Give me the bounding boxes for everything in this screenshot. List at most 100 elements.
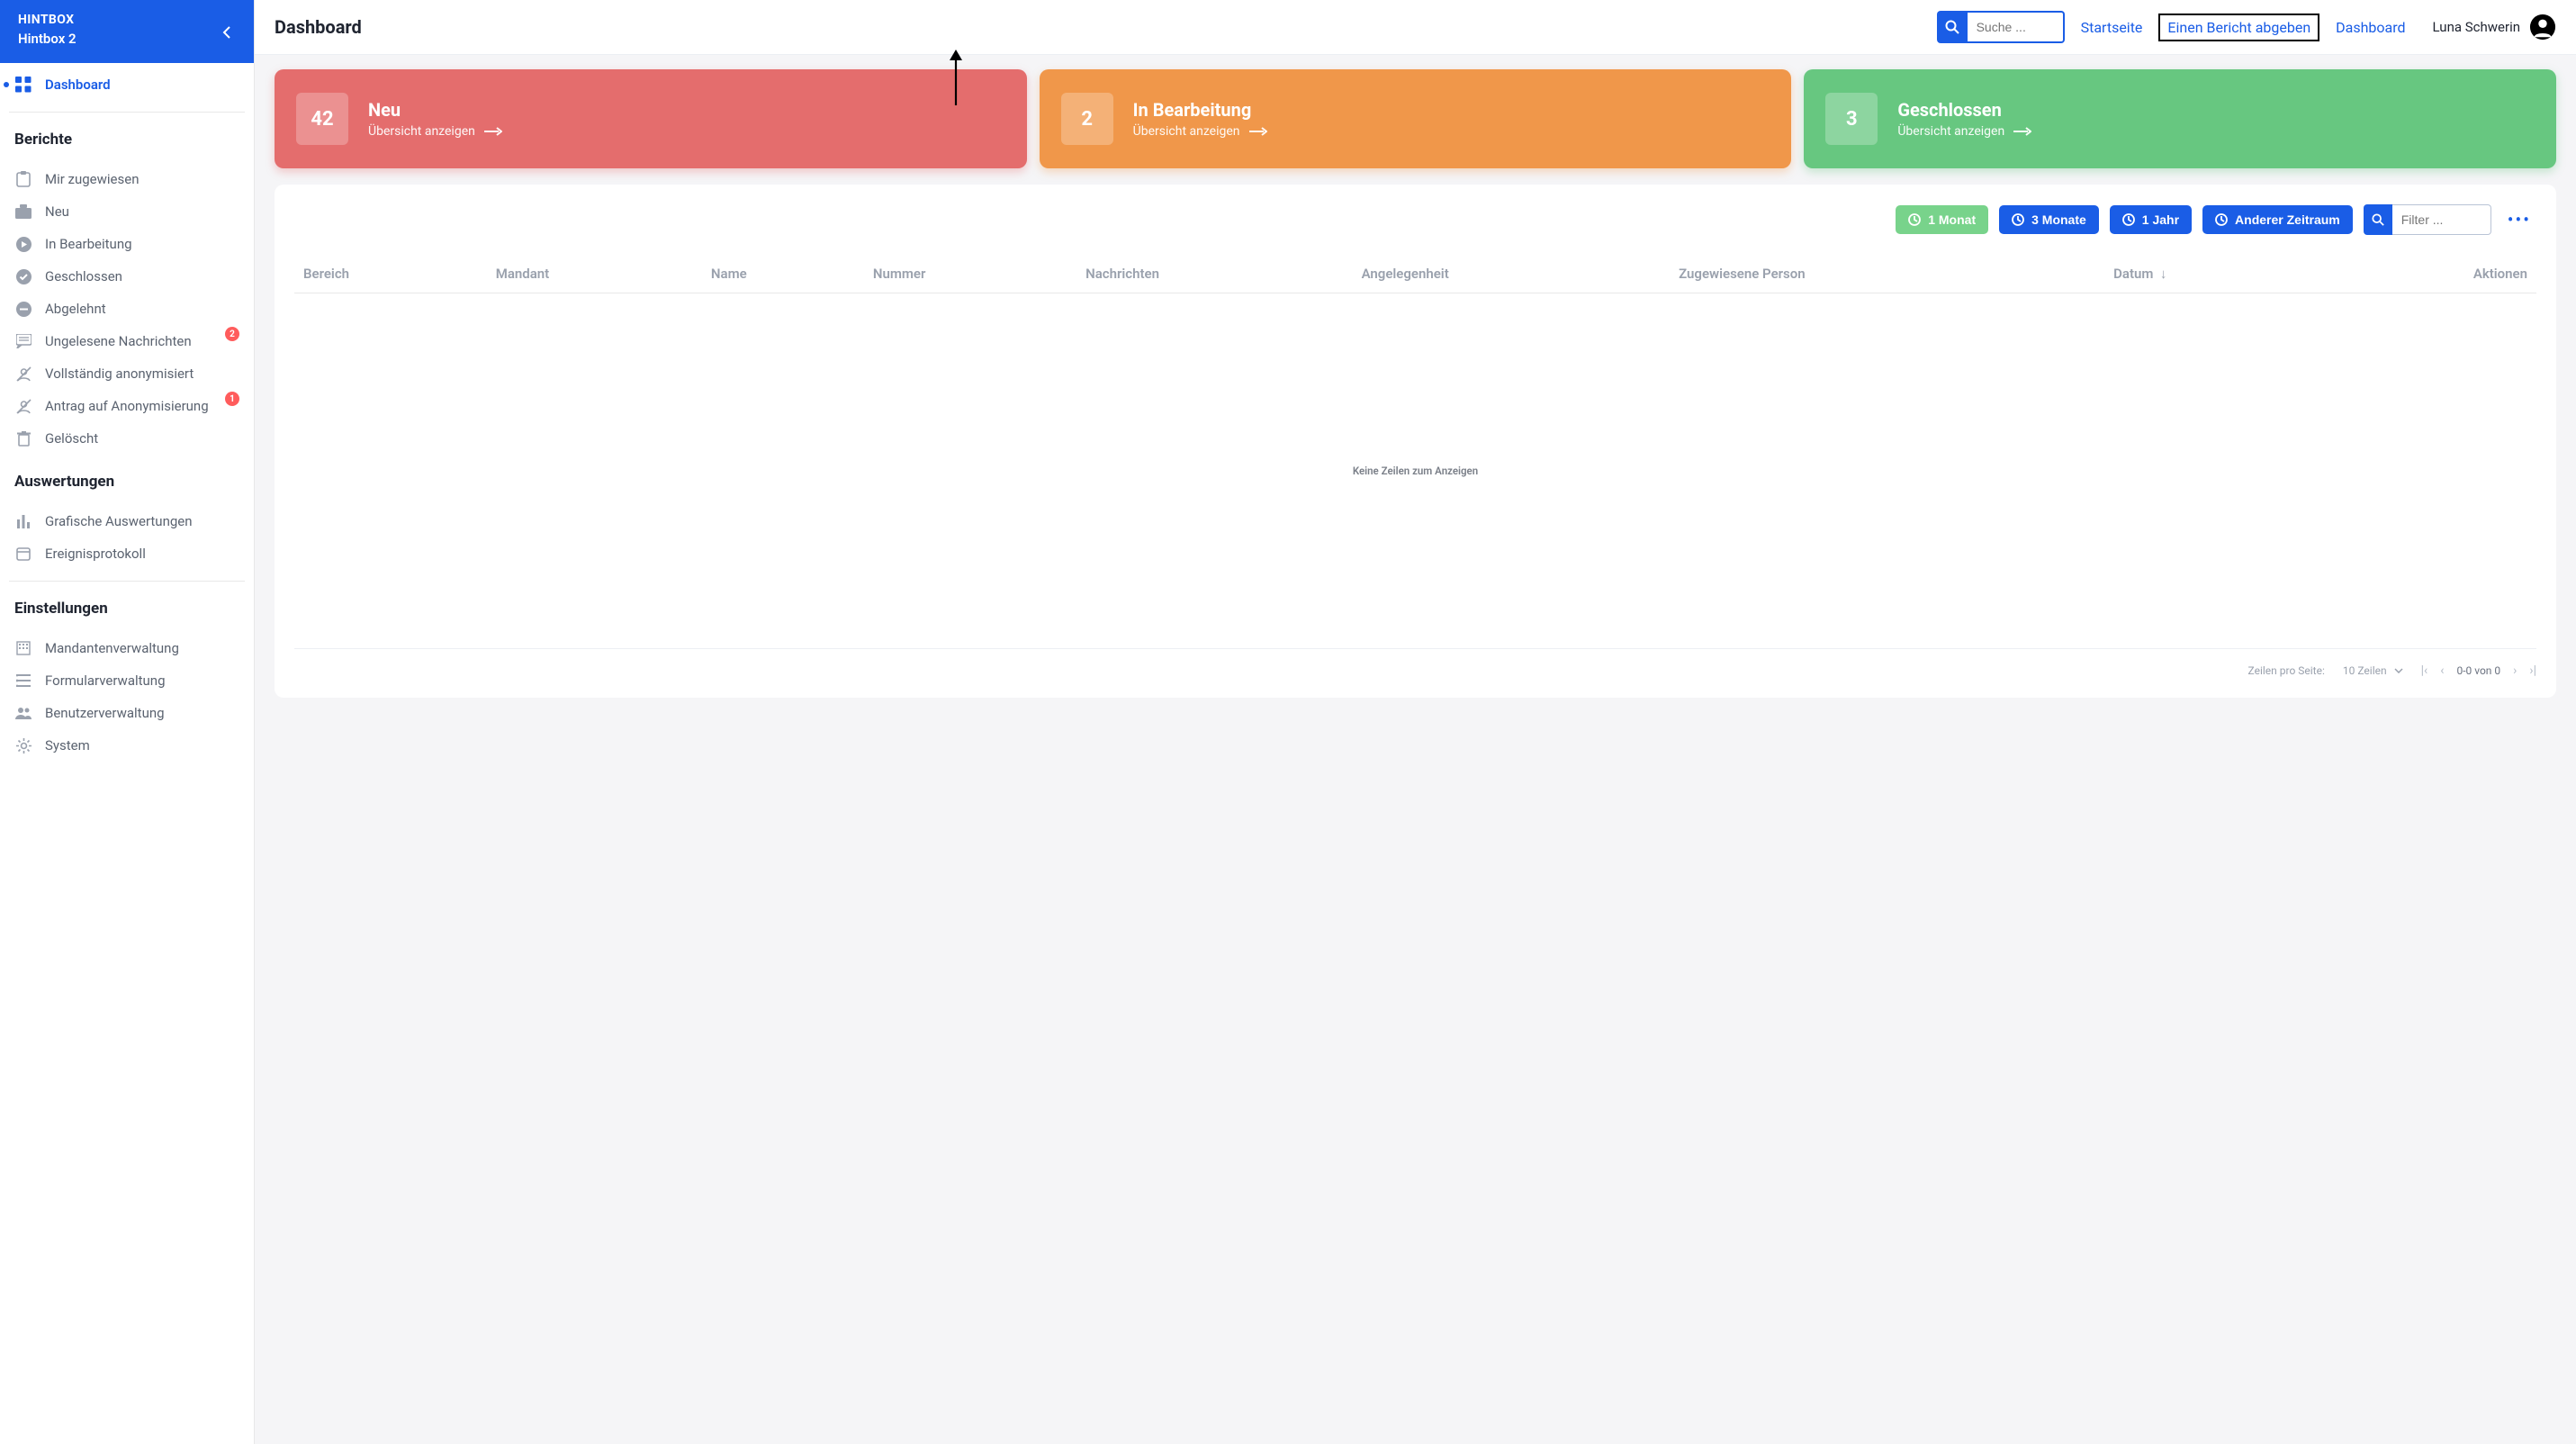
card-closed-title: Geschlossen bbox=[1897, 99, 2031, 121]
link-submit-report[interactable]: Einen Bericht abgeben bbox=[2158, 14, 2319, 41]
sidebar-item-label: Ungelesene Nachrichten bbox=[45, 333, 218, 349]
page-first-button[interactable]: |‹ bbox=[2421, 663, 2428, 678]
minus-circle-icon bbox=[14, 300, 32, 318]
user-name: Luna Schwerin bbox=[2433, 19, 2520, 35]
calendar-icon bbox=[14, 545, 32, 563]
play-circle-icon bbox=[14, 235, 32, 253]
sidebar-item-rejected[interactable]: Abgelehnt bbox=[0, 293, 254, 325]
empty-message: Keine Zeilen zum Anzeigen bbox=[294, 293, 2536, 649]
filter-box bbox=[2364, 204, 2491, 235]
sidebar-item-tenants[interactable]: Mandantenverwaltung bbox=[0, 632, 254, 664]
chevron-left-icon bbox=[222, 26, 231, 39]
sidebar-item-processing[interactable]: In Bearbeitung bbox=[0, 228, 254, 260]
sidebar-item-forms[interactable]: Formularverwaltung bbox=[0, 664, 254, 697]
range-1-month-button[interactable]: 1 Monat bbox=[1896, 205, 1988, 234]
page-prev-button[interactable]: ‹ bbox=[2440, 663, 2444, 678]
sidebar: HINTBOX Hintbox 2 Dashboard Berichte Mir… bbox=[0, 0, 255, 1444]
sidebar-item-system[interactable]: System bbox=[0, 729, 254, 762]
briefcase-icon bbox=[14, 203, 32, 221]
sidebar-collapse-button[interactable] bbox=[214, 20, 239, 45]
col-assignee[interactable]: Zugewiesene Person bbox=[1670, 255, 2104, 293]
col-tenant[interactable]: Mandant bbox=[487, 255, 702, 293]
brand-sub: Hintbox 2 bbox=[18, 31, 236, 47]
card-new[interactable]: 42 Neu Übersicht anzeigen bbox=[275, 69, 1027, 168]
page-range: 0-0 von 0 bbox=[2456, 664, 2500, 677]
card-processing-count: 2 bbox=[1061, 93, 1113, 145]
col-actions[interactable]: Aktionen bbox=[2319, 255, 2536, 293]
link-home[interactable]: Startseite bbox=[2081, 19, 2143, 36]
gear-icon bbox=[14, 736, 32, 754]
sidebar-item-anon[interactable]: Vollständig anonymisiert bbox=[0, 357, 254, 390]
range-other-button[interactable]: Anderer Zeitraum bbox=[2202, 205, 2353, 234]
sidebar-item-label: Antrag auf Anonymisierung bbox=[45, 398, 218, 414]
search-icon bbox=[1945, 20, 1959, 34]
col-date-label: Datum bbox=[2113, 266, 2153, 282]
user-block[interactable]: Luna Schwerin bbox=[2433, 14, 2556, 41]
card-processing-link[interactable]: Übersicht anzeigen bbox=[1133, 124, 1267, 139]
sidebar-item-unread[interactable]: Ungelesene Nachrichten 2 bbox=[0, 325, 254, 357]
page-last-button[interactable]: ›| bbox=[2529, 663, 2536, 678]
btn-label: 3 Monate bbox=[2031, 212, 2086, 227]
clipboard-icon bbox=[14, 170, 32, 188]
sidebar-item-new[interactable]: Neu bbox=[0, 195, 254, 228]
filter-search-button[interactable] bbox=[2364, 204, 2392, 235]
sidebar-item-deleted[interactable]: Gelöscht bbox=[0, 422, 254, 455]
sidebar-item-users[interactable]: Benutzerverwaltung bbox=[0, 697, 254, 729]
col-messages[interactable]: Nachrichten bbox=[1076, 255, 1352, 293]
divider bbox=[9, 581, 245, 582]
page-next-button[interactable]: › bbox=[2513, 663, 2517, 678]
link-dashboard[interactable]: Dashboard bbox=[2336, 19, 2405, 36]
nav-heading-eval: Auswertungen bbox=[0, 460, 254, 500]
badge-unread: 2 bbox=[225, 327, 239, 341]
col-matter[interactable]: Angelegenheit bbox=[1353, 255, 1671, 293]
content: 42 Neu Übersicht anzeigen 2 In Bearbeitu… bbox=[255, 55, 2576, 719]
rows-per-page-label: Zeilen pro Seite: bbox=[2248, 664, 2325, 677]
empty-row: Keine Zeilen zum Anzeigen bbox=[294, 293, 2536, 649]
badge-anon-request: 1 bbox=[225, 392, 239, 406]
brand-name: HINTBOX bbox=[18, 13, 236, 27]
sidebar-item-assigned[interactable]: Mir zugewiesen bbox=[0, 163, 254, 195]
sidebar-item-log[interactable]: Ereignisprotokoll bbox=[0, 537, 254, 570]
topbar: Dashboard Startseite Einen Bericht abgeb… bbox=[255, 0, 2576, 55]
btn-label: 1 Monat bbox=[1928, 212, 1976, 227]
col-name[interactable]: Name bbox=[702, 255, 864, 293]
filter-input[interactable] bbox=[2392, 204, 2491, 235]
sidebar-header: HINTBOX Hintbox 2 bbox=[0, 0, 254, 63]
rows-per-page-select[interactable]: 10 Zeilen bbox=[2343, 664, 2403, 677]
chevron-down-icon bbox=[2394, 668, 2403, 673]
col-number[interactable]: Nummer bbox=[864, 255, 1076, 293]
sidebar-item-label: Neu bbox=[45, 203, 239, 220]
search-input[interactable] bbox=[1968, 11, 2065, 43]
sidebar-item-closed[interactable]: Geschlossen bbox=[0, 260, 254, 293]
search-button[interactable] bbox=[1937, 11, 1968, 43]
card-closed-link[interactable]: Übersicht anzeigen bbox=[1897, 124, 2031, 139]
sidebar-item-dashboard[interactable]: Dashboard bbox=[0, 68, 254, 101]
avatar-icon bbox=[2529, 14, 2556, 41]
nav-group-eval: Grafische Auswertungen Ereignisprotokoll bbox=[0, 500, 254, 575]
list-icon bbox=[14, 672, 32, 690]
range-3-month-button[interactable]: 3 Monate bbox=[1999, 205, 2099, 234]
card-new-link[interactable]: Übersicht anzeigen bbox=[368, 124, 502, 139]
card-new-count: 42 bbox=[296, 93, 348, 145]
card-processing[interactable]: 2 In Bearbeitung Übersicht anzeigen bbox=[1040, 69, 1792, 168]
range-1-year-button[interactable]: 1 Jahr bbox=[2110, 205, 2192, 234]
nav-group-settings: Mandantenverwaltung Formularverwaltung B… bbox=[0, 627, 254, 767]
pager: |‹ ‹ 0-0 von 0 › ›| bbox=[2421, 663, 2536, 678]
sidebar-item-anon-request[interactable]: Antrag auf Anonymisierung 1 bbox=[0, 390, 254, 422]
col-area[interactable]: Bereich bbox=[294, 255, 487, 293]
col-date[interactable]: Datum ↓ bbox=[2104, 255, 2319, 293]
bar-chart-icon bbox=[14, 512, 32, 530]
clock-icon bbox=[2215, 213, 2228, 226]
sidebar-item-label: Mandantenverwaltung bbox=[45, 640, 239, 656]
sidebar-item-charts[interactable]: Grafische Auswertungen bbox=[0, 505, 254, 537]
sidebar-item-label: Geschlossen bbox=[45, 268, 239, 284]
stat-cards: 42 Neu Übersicht anzeigen 2 In Bearbeitu… bbox=[275, 69, 2556, 168]
clock-icon bbox=[1908, 213, 1921, 226]
card-processing-title: In Bearbeitung bbox=[1133, 99, 1267, 121]
card-closed[interactable]: 3 Geschlossen Übersicht anzeigen bbox=[1804, 69, 2556, 168]
more-menu-button[interactable]: ••• bbox=[2502, 205, 2536, 234]
users-icon bbox=[14, 704, 32, 722]
card-closed-count: 3 bbox=[1825, 93, 1878, 145]
chat-icon bbox=[14, 332, 32, 350]
trash-icon bbox=[14, 429, 32, 447]
